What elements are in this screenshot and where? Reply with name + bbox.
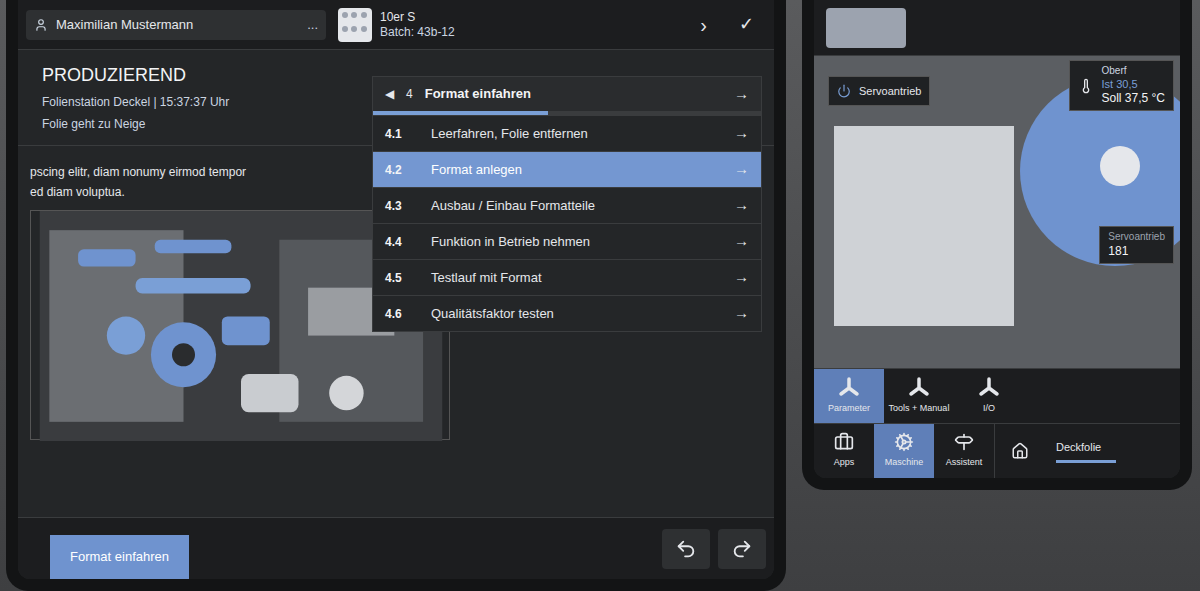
nav-tab-label: Parameter <box>828 403 870 414</box>
bottom-bar: Format einfahren <box>18 517 774 579</box>
step-menu: ◀ 4 Format einfahren → 4.1 Leerfahren, Folie … <box>372 76 762 332</box>
batch-number: Batch: 43b-12 <box>380 25 455 40</box>
machine-thumbnail[interactable] <box>826 8 906 48</box>
step-back[interactable]: ◀ <box>385 85 394 103</box>
nav-button[interactable]: Assistent <box>934 424 994 478</box>
servo-button-label: Servoantrieb <box>859 83 921 100</box>
servo-reading-label: Servoantrieb <box>1108 231 1165 244</box>
step-item-arrow[interactable]: → <box>734 230 749 253</box>
step-item-number: 4.2 <box>385 161 415 179</box>
bottom-tab[interactable]: Format einfahren <box>50 535 189 579</box>
home-button[interactable] <box>994 424 1044 478</box>
nav-button[interactable]: Maschine <box>874 424 934 478</box>
step-item-arrow[interactable]: → <box>734 302 749 325</box>
nav-button-label: Maschine <box>885 456 924 470</box>
user-icon <box>34 18 48 32</box>
top-bar: Maximilian Mustermann... 10er SBatch: 43b… <box>18 0 774 50</box>
servo-reading: Servoantrieb181 <box>1099 226 1174 264</box>
temperature-actual: Ist 30,5 <box>1102 78 1166 92</box>
batch-confirm[interactable]: ✓ <box>727 11 766 38</box>
parameter-icon <box>978 377 1000 399</box>
step-item-number: 4.5 <box>385 269 415 287</box>
step-forward[interactable]: → <box>734 83 749 106</box>
nav-tab[interactable]: Tools + Manual <box>884 369 954 423</box>
step-item-arrow[interactable]: → <box>734 194 749 217</box>
nav-button-label: Apps <box>834 456 855 470</box>
nav-tab-label: Tools + Manual <box>889 403 950 414</box>
nav-tab-label: I/O <box>983 403 995 414</box>
thumbnail-strip <box>814 0 1180 56</box>
step-item-arrow[interactable]: → <box>734 158 749 181</box>
step-item-number: 4.6 <box>385 305 415 323</box>
nav-button[interactable]: Apps <box>814 424 874 478</box>
undo-icon <box>675 538 697 560</box>
bottom-nav: Parameter Tools + Manual I/O Apps Maschine As… <box>814 368 1180 478</box>
parameter-icon <box>908 377 930 399</box>
step-item-number: 4.3 <box>385 197 415 215</box>
step-item[interactable]: 4.3 Ausbau / Einbau Formatteile → <box>373 187 761 223</box>
redo-icon <box>731 538 753 560</box>
parameter-icon <box>838 377 860 399</box>
step-item[interactable]: 4.5 Testlauf mit Format → <box>373 259 761 295</box>
apps-icon <box>834 432 854 452</box>
temperature-target: Soll 37,5 °C <box>1102 91 1166 106</box>
step-item-number: 4.4 <box>385 233 415 251</box>
step-item-label: Qualitätsfaktor testen <box>431 304 554 324</box>
step-header: ◀ 4 Format einfahren → <box>373 77 761 111</box>
temperature-icon <box>1078 78 1094 94</box>
right-device: Servoantrieb OberfIst 30,5Soll 37,5 °C Ser… <box>802 0 1192 490</box>
step-item[interactable]: 4.6 Qualitätsfaktor testen → <box>373 295 761 331</box>
pill-icon <box>338 8 372 42</box>
step-item[interactable]: 4.4 Funktion in Betrieb nehmen → <box>373 223 761 259</box>
step-item-label: Funktion in Betrieb nehmen <box>431 232 590 252</box>
undo-button[interactable] <box>662 529 710 569</box>
page: Maximilian Mustermann... 10er SBatch: 43b… <box>0 0 1200 591</box>
step-number: 4 <box>406 85 413 103</box>
left-screen: Maximilian Mustermann... 10er SBatch: 43b… <box>18 0 774 579</box>
user-bar[interactable]: Maximilian Mustermann... <box>26 10 326 40</box>
nav-tab[interactable]: Parameter <box>814 369 884 423</box>
batch-product: 10er S <box>380 10 455 25</box>
step-item-label: Format anlegen <box>431 160 522 180</box>
home-icon <box>1011 442 1029 460</box>
assistant-icon <box>954 432 974 452</box>
servo-reading-value: 181 <box>1108 244 1165 259</box>
user-name: Maximilian Mustermann <box>56 15 193 35</box>
right-screen: Servoantrieb OberfIst 30,5Soll 37,5 °C Ser… <box>814 0 1180 478</box>
batch-next[interactable]: › <box>688 10 719 40</box>
section-tab[interactable]: Deckfolie <box>1044 424 1180 478</box>
temperature-badge: OberfIst 30,5Soll 37,5 °C <box>1069 60 1175 111</box>
step-title: Format einfahren <box>425 84 531 104</box>
redo-button[interactable] <box>718 529 766 569</box>
servo-button[interactable]: Servoantrieb <box>828 76 930 106</box>
step-item-label: Testlauf mit Format <box>431 268 542 288</box>
user-menu[interactable]: ... <box>307 15 318 35</box>
content: pscing elitr, diam nonumy eirmod tempore… <box>18 146 774 517</box>
nav-tab[interactable]: I/O <box>954 369 1024 423</box>
step-item-arrow[interactable]: → <box>734 266 749 289</box>
section-label: Deckfolie <box>1056 439 1168 456</box>
step-item[interactable]: 4.2 Format anlegen → <box>373 151 761 187</box>
temperature-title: Oberf <box>1102 65 1166 78</box>
batch-box: 10er SBatch: 43b-12 › ✓ <box>338 8 766 42</box>
step-item-number: 4.1 <box>385 125 415 143</box>
step-item-arrow[interactable]: → <box>734 122 749 145</box>
step-item[interactable]: 4.1 Leerfahren, Folie entfernen → <box>373 115 761 151</box>
power-icon <box>837 84 851 98</box>
left-device: Maximilian Mustermann... 10er SBatch: 43b… <box>6 0 786 591</box>
step-item-label: Ausbau / Einbau Formatteile <box>431 196 595 216</box>
machine-view: Servoantrieb OberfIst 30,5Soll 37,5 °C Ser… <box>814 56 1180 368</box>
machine-icon <box>894 432 914 452</box>
nav-button-label: Assistent <box>946 456 983 470</box>
step-item-label: Leerfahren, Folie entfernen <box>431 124 588 144</box>
